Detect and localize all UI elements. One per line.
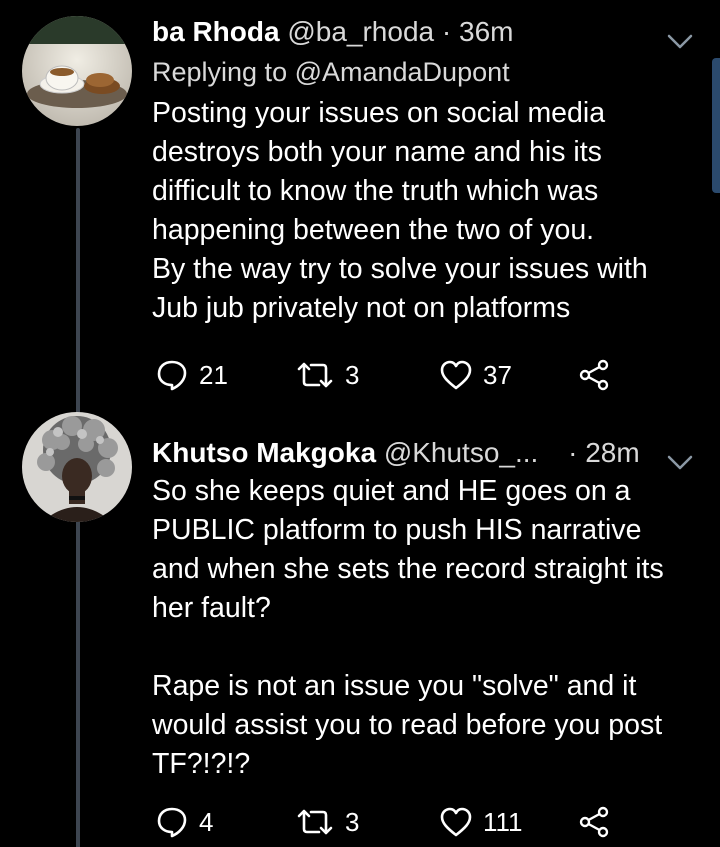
reply-button[interactable]: 21 [155,355,228,395]
share-icon [577,805,611,839]
tweet-actions: 4 3 111 [152,802,672,842]
retweet-button[interactable]: 3 [295,802,359,842]
heart-icon [439,359,473,391]
replying-to[interactable]: Replying to @AmandaDupont [152,52,700,92]
share-icon [577,358,611,392]
like-count: 111 [483,807,523,837]
retweet-button[interactable]: 3 [295,355,359,395]
retweet-count: 3 [345,807,360,837]
like-button[interactable]: 37 [439,355,512,395]
avatar-image [22,412,132,522]
retweet-icon [295,807,335,837]
tweet-header: Khutso Makgoka @Khutso_... · 28m [152,433,700,473]
retweet-count: 3 [345,360,360,390]
avatar[interactable] [22,16,132,126]
tweet[interactable]: ba Rhoda @ba_rhoda · 36m Replying to @Am… [152,12,700,328]
scrollbar[interactable] [712,58,720,193]
chevron-down-icon[interactable] [666,22,694,62]
share-button[interactable] [577,802,611,842]
reply-count: 4 [199,807,214,837]
reply-count: 21 [199,360,228,390]
tweet-text: Posting your issues on social media dest… [152,97,648,324]
heart-icon [439,806,473,838]
user-handle[interactable]: @Khutso_... [384,437,539,468]
avatar[interactable] [22,412,132,522]
thread-line [76,128,80,430]
timestamp[interactable]: 28m [585,437,639,468]
tweet-text: So she keeps quiet and HE goes on a PUBL… [152,475,664,780]
display-name[interactable]: Khutso Makgoka [152,437,376,468]
chevron-down-icon[interactable] [666,443,694,483]
display-name[interactable]: ba Rhoda [152,16,280,47]
user-handle[interactable]: @ba_rhoda [287,16,434,47]
tweet-header: ba Rhoda @ba_rhoda · 36m [152,12,700,52]
share-button[interactable] [577,355,611,395]
like-button[interactable]: 111 [439,802,523,842]
reply-icon [155,805,189,839]
tweet-actions: 21 3 37 [152,355,672,395]
thread-line [76,520,80,847]
timestamp[interactable]: 36m [459,16,513,47]
reply-button[interactable]: 4 [155,802,213,842]
retweet-icon [295,360,335,390]
tweet-thread: ba Rhoda @ba_rhoda · 36m Replying to @Am… [0,0,720,847]
tweet[interactable]: Khutso Makgoka @Khutso_... · 28m So she … [152,433,700,784]
like-count: 37 [483,360,512,390]
reply-icon [155,358,189,392]
avatar-image [22,16,132,126]
separator: · [441,16,452,47]
separator: · [568,437,578,468]
